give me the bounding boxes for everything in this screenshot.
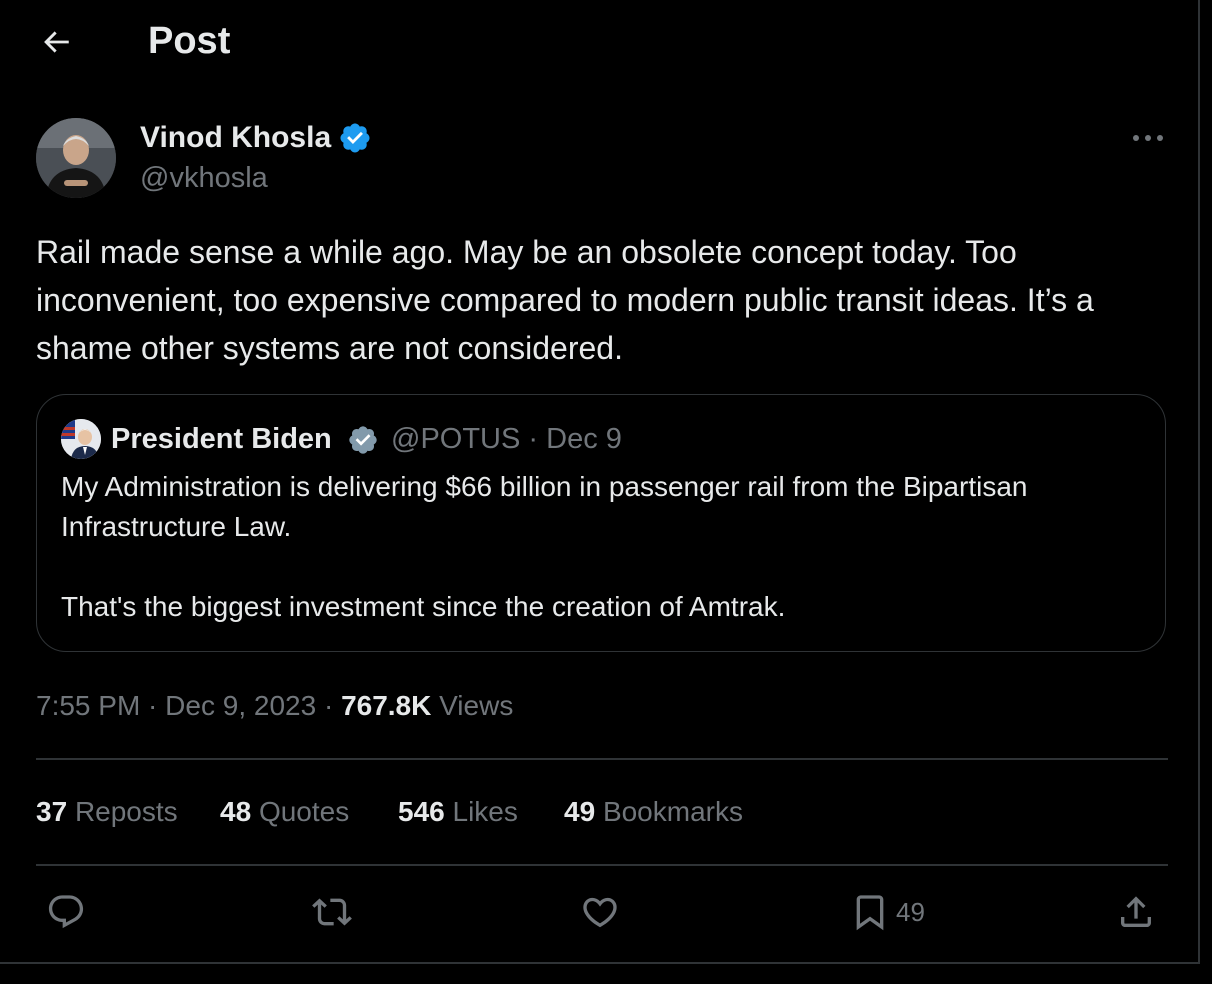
quoted-paragraph: That's the biggest investment since the … bbox=[61, 591, 786, 622]
quoted-paragraph: My Administration is delivering $66 bill… bbox=[61, 471, 1028, 542]
quoted-post-text: My Administration is delivering $66 bill… bbox=[61, 467, 1151, 627]
quoted-post-date: Dec 9 bbox=[546, 423, 622, 455]
quoted-post-meta: @POTUS · Dec 9 bbox=[391, 423, 622, 455]
bookmark-count: 49 bbox=[896, 896, 925, 927]
repost-button[interactable] bbox=[312, 888, 352, 936]
quoted-author-avatar[interactable] bbox=[61, 419, 101, 459]
reply-button[interactable] bbox=[46, 888, 86, 936]
quotes-label: Quotes bbox=[258, 796, 350, 827]
post-page: Post Vinod Khosla @vkhosla Rail made sen… bbox=[0, 0, 1200, 964]
author-handle[interactable]: @vkhosla bbox=[140, 160, 268, 196]
likes-count: 546 bbox=[398, 796, 445, 827]
views-count: 767.8K bbox=[341, 690, 432, 721]
like-button[interactable] bbox=[580, 888, 620, 936]
post-text: Rail made sense a while ago. May be an o… bbox=[36, 234, 1094, 366]
author-name[interactable]: Vinod Khosla bbox=[140, 120, 331, 156]
more-options-button[interactable] bbox=[1124, 122, 1172, 154]
reply-icon bbox=[48, 895, 84, 929]
likes-stat[interactable]: 546 Likes bbox=[398, 792, 518, 832]
share-icon bbox=[1121, 896, 1151, 927]
quotes-stat[interactable]: 48 Quotes bbox=[220, 792, 349, 832]
bookmark-icon bbox=[856, 895, 884, 931]
government-verified-badge-icon bbox=[349, 426, 377, 454]
back-arrow-icon bbox=[44, 31, 69, 53]
quoted-post[interactable]: President Biden @POTUS · Dec 9 My Admini… bbox=[36, 394, 1166, 652]
page-header: Post bbox=[0, 0, 1198, 84]
page-title: Post bbox=[148, 20, 231, 62]
likes-label: Likes bbox=[452, 796, 518, 827]
bookmarks-count: 49 bbox=[564, 796, 596, 827]
post-date[interactable]: Dec 9, 2023 bbox=[165, 690, 316, 721]
quoted-author-name: President Biden bbox=[111, 423, 332, 455]
heart-icon bbox=[583, 897, 617, 928]
divider bbox=[36, 864, 1168, 866]
back-button[interactable] bbox=[36, 22, 76, 62]
bookmarks-label: Bookmarks bbox=[602, 796, 743, 827]
verified-badge-icon bbox=[340, 123, 370, 153]
more-dots-icon bbox=[1133, 135, 1163, 141]
divider bbox=[36, 758, 1168, 760]
author-avatar[interactable] bbox=[36, 118, 116, 198]
reposts-stat[interactable]: 37 Reposts bbox=[36, 792, 178, 832]
quoted-author-handle: @POTUS bbox=[391, 423, 521, 455]
share-button[interactable] bbox=[1116, 888, 1156, 936]
views-label: Views bbox=[439, 690, 514, 721]
post-metadata: 7:55 PM · Dec 9, 2023 · 767.8K Views bbox=[36, 690, 514, 721]
reposts-count: 37 bbox=[36, 796, 68, 827]
bookmark-button[interactable]: 49 bbox=[850, 888, 925, 936]
bookmarks-stat[interactable]: 49 Bookmarks bbox=[564, 792, 743, 832]
reposts-label: Reposts bbox=[74, 796, 178, 827]
quotes-count: 48 bbox=[220, 796, 252, 827]
repost-icon bbox=[312, 898, 352, 926]
post-time[interactable]: 7:55 PM bbox=[36, 690, 140, 721]
